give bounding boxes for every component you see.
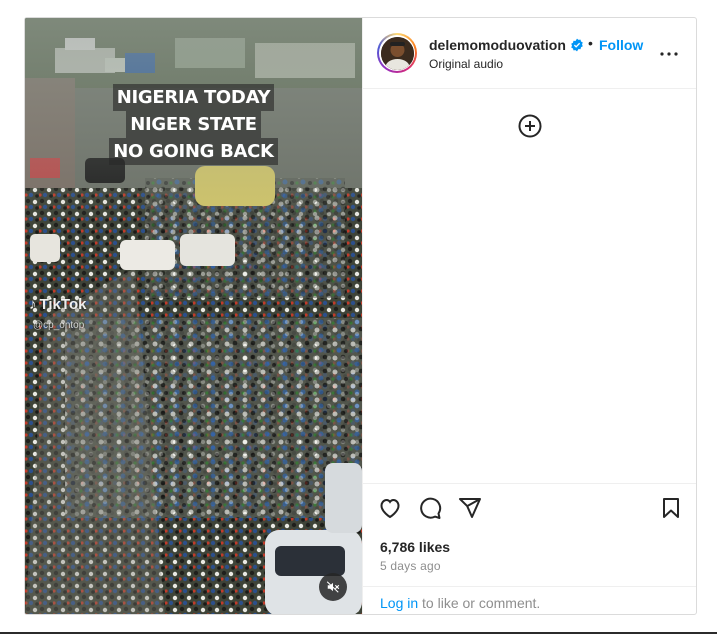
story-ring[interactable] — [377, 33, 417, 73]
verified-badge-icon — [571, 38, 583, 52]
bookmark-icon[interactable] — [659, 496, 683, 520]
comment-bar: Log in to like or comment. — [363, 586, 696, 614]
tiktok-handle: @cp_ontop — [33, 320, 85, 331]
likes-count[interactable]: 6,786 likes — [380, 539, 450, 555]
instagram-embed-card: NIGERIA TODAY NIGER STATE NO GOING BACK … — [24, 17, 697, 615]
page-bottom-divider — [0, 632, 717, 634]
mute-toggle-button[interactable] — [319, 573, 347, 601]
post-side-panel: delemomoduovation • Follow Original audi… — [362, 18, 696, 614]
login-prompt-text: to like or comment. — [418, 595, 541, 611]
tiktok-watermark: ♪ TikTok — [29, 296, 86, 313]
login-prompt: Log in to like or comment. — [380, 595, 540, 611]
profile-photo — [380, 36, 414, 70]
more-options-icon[interactable] — [657, 42, 681, 66]
post-header: delemomoduovation • Follow Original audi… — [363, 18, 696, 89]
muted-speaker-icon — [326, 581, 340, 593]
audio-label[interactable]: Original audio — [429, 57, 503, 71]
avatar[interactable] — [380, 36, 414, 70]
username-link[interactable]: delemomoduovation — [429, 37, 566, 53]
heart-icon[interactable] — [378, 496, 402, 520]
post-timestamp[interactable]: 5 days ago — [380, 559, 441, 573]
tiktok-logo-icon: ♪ — [29, 296, 37, 313]
video-player[interactable]: NIGERIA TODAY NIGER STATE NO GOING BACK … — [25, 18, 362, 614]
crowd-video-frame — [25, 18, 362, 614]
comment-icon[interactable] — [418, 496, 442, 520]
post-actions — [363, 483, 696, 519]
login-link[interactable]: Log in — [380, 595, 418, 611]
header-separator: • — [588, 35, 593, 51]
tiktok-brand: TikTok — [39, 296, 87, 313]
share-icon[interactable] — [458, 496, 482, 520]
follow-button[interactable]: Follow — [599, 37, 643, 53]
plus-circle-icon[interactable] — [518, 114, 542, 138]
